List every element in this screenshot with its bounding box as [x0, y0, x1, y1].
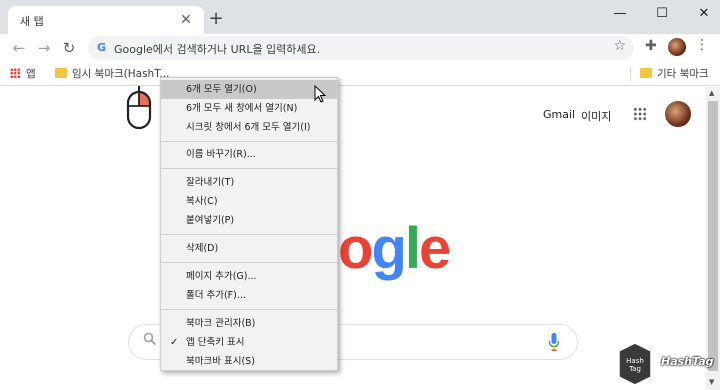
scrollbar-thumb[interactable] [708, 101, 718, 371]
new-tab-button[interactable]: + [206, 9, 226, 29]
menu-separator [161, 234, 337, 235]
mouse-right-click-icon [126, 86, 152, 130]
back-button[interactable]: ← [8, 37, 30, 59]
images-link[interactable]: 이미지 [581, 108, 611, 124]
menu-item-add-page[interactable]: 페이지 추가(G)... [161, 267, 337, 286]
menu-item-open-all-incognito[interactable]: 시크릿 창에서 6개 모두 열기(I) [161, 118, 337, 137]
google-account-avatar[interactable] [665, 101, 691, 127]
new-tab-page: Gmail 이미지 ogle [0, 87, 706, 390]
logo-letter: g [371, 216, 406, 281]
forward-button[interactable]: → [33, 37, 55, 59]
extensions-icon[interactable]: ✚ [645, 38, 657, 54]
menu-separator [161, 309, 337, 310]
menu-item-show-apps-shortcut[interactable]: ✓ 앱 단축키 표시 [161, 333, 337, 352]
profile-avatar[interactable] [668, 38, 686, 56]
mouse-pointer-icon [314, 84, 328, 103]
watermark-badge-line1: Hash [626, 357, 644, 365]
folder-icon [55, 68, 67, 78]
google-apps-icon[interactable] [633, 107, 647, 121]
menu-item-copy[interactable]: 복사(C) [161, 192, 337, 211]
bookmark-star-icon[interactable]: ☆ [613, 38, 626, 54]
bookmark-context-menu: 6개 모두 열기(O) 6개 모두 새 창에서 열기(N) 시크릿 창에서 6개… [160, 77, 338, 371]
bookmarks-bar: 앱 임시 북마크(HashT... 기타 북마크 [0, 62, 720, 86]
gmail-link[interactable]: Gmail [543, 108, 575, 121]
bookmarks-separator [630, 67, 631, 81]
menu-item-open-all-new-window[interactable]: 6개 모두 새 창에서 열기(N) [161, 99, 337, 118]
tab-new-tab[interactable]: 새 탭 ✕ [8, 6, 204, 34]
scroll-up-arrow-icon[interactable]: ▲ [709, 89, 714, 97]
close-window-button[interactable]: ✕ [684, 0, 720, 28]
menu-separator [161, 168, 337, 169]
menu-item-delete[interactable]: 삭제(D) [161, 239, 337, 258]
chrome-menu-icon[interactable]: ⋮ [694, 37, 710, 53]
menu-item-show-bookmarks-bar[interactable]: 북마크바 표시(S) [161, 352, 337, 371]
tab-title: 새 탭 [20, 15, 44, 28]
checkmark-icon: ✓ [170, 337, 179, 348]
reload-button[interactable]: ↻ [58, 37, 80, 59]
bookmark-apps[interactable]: 앱 [10, 66, 36, 82]
search-icon [143, 332, 157, 350]
logo-letter: e [419, 216, 451, 281]
tab-strip: 새 탭 ✕ + — ☐ ✕ [0, 0, 720, 34]
logo-letter: o [338, 216, 373, 281]
menu-separator [161, 262, 337, 263]
apps-grid-icon [10, 68, 20, 78]
watermark-badge-line2: Tag [628, 365, 641, 373]
menu-item-rename[interactable]: 이름 바꾸기(R)... [161, 145, 337, 164]
voice-search-icon[interactable] [548, 333, 560, 351]
omnibox[interactable]: G Google에서 검색하거나 URL을 입력하세요. ☆ [88, 36, 634, 60]
menu-item-label: 앱 단축키 표시 [186, 337, 245, 348]
menu-item-open-all[interactable]: 6개 모두 열기(O) [161, 80, 337, 99]
menu-item-cut[interactable]: 잘라내기(T) [161, 173, 337, 192]
menu-item-bookmark-manager[interactable]: 북마크 관리자(B) [161, 314, 337, 333]
folder-icon [640, 68, 652, 78]
menu-separator [161, 141, 337, 142]
menu-item-add-folder[interactable]: 폴더 추가(F)... [161, 286, 337, 305]
watermark-text: HashTag [661, 355, 714, 368]
google-g-icon: G [97, 41, 107, 54]
menu-item-paste[interactable]: 붙여넣기(P) [161, 211, 337, 230]
minimize-button[interactable]: — [600, 0, 640, 28]
omnibox-placeholder[interactable]: Google에서 검색하거나 URL을 입력하세요. [114, 41, 320, 57]
tab-close-icon[interactable]: ✕ [176, 10, 196, 30]
bookmark-temp-label: 임시 북마크(HashT... [72, 68, 170, 80]
browser-toolbar: ← → ↻ G Google에서 검색하거나 URL을 입력하세요. ☆ [0, 34, 720, 62]
bookmark-folder-other[interactable]: 기타 북마크 [640, 66, 709, 82]
logo-letter: l [404, 216, 421, 281]
maximize-button[interactable]: ☐ [642, 0, 682, 28]
bookmark-apps-label: 앱 [26, 68, 36, 80]
bookmark-folder-temp[interactable]: 임시 북마크(HashT... [55, 66, 169, 82]
google-logo: ogle [338, 220, 451, 278]
bookmark-other-label: 기타 북마크 [657, 68, 709, 80]
